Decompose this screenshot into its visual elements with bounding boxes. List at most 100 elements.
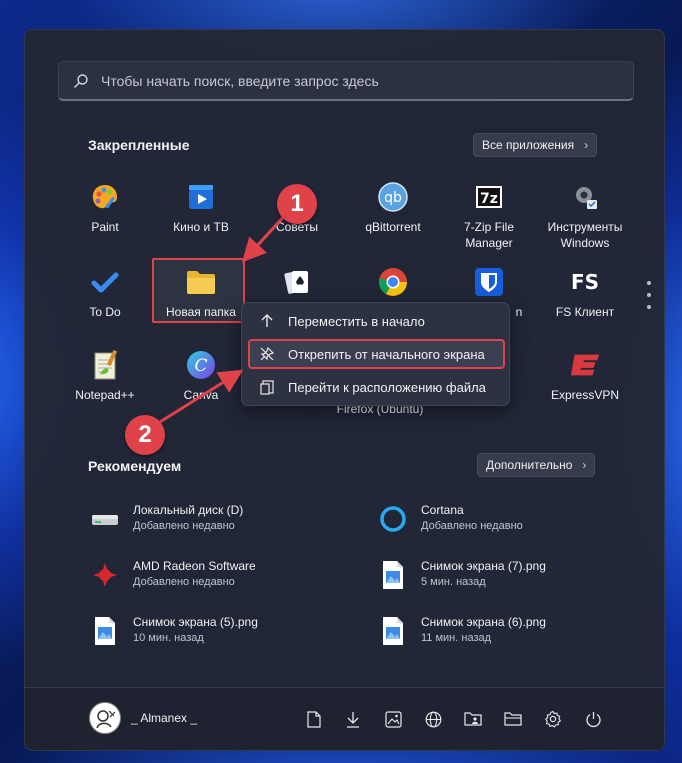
app-label: Инструменты Windows (547, 220, 623, 250)
recommended-item-screenshot-6[interactable]: Снимок экрана (6).png 11 мин. назад (377, 615, 546, 647)
pinned-app-solitaire[interactable] (249, 266, 345, 304)
app-label: Notepad++ (75, 388, 135, 402)
todo-icon (89, 266, 121, 298)
start-menu: Чтобы начать поиск, введите запрос здесь… (24, 29, 665, 751)
pinned-app-new-folder[interactable]: Новая папка (153, 266, 249, 320)
annotation-badge-1: 1 (277, 184, 317, 224)
menu-item-label: Открепить от начального экрана (288, 346, 485, 362)
annotation-badge-2: 2 (125, 415, 165, 455)
chevron-right-icon: › (584, 138, 589, 152)
all-apps-button[interactable]: Все приложения › (473, 133, 598, 157)
image-file-icon (377, 559, 409, 591)
recommended-item-cortana[interactable]: Cortana Добавлено недавно (377, 503, 523, 535)
pinned-app-qbittorrent[interactable]: qb qBittorrent (345, 181, 441, 235)
page-dot (647, 281, 651, 285)
page-dot (647, 305, 651, 309)
app-label: Кино и ТВ (173, 220, 229, 234)
app-label: FS Клиент (555, 305, 615, 319)
bitwarden-icon (473, 266, 505, 298)
recommended-title-text: Снимок экрана (7).png (421, 559, 546, 573)
start-footer: _ Almanex _ (25, 687, 664, 750)
open-file-location-icon (258, 378, 276, 396)
menu-item-open-file-location[interactable]: Перейти к расположению файла (248, 372, 505, 402)
recommended-subtitle: Добавлено недавно (421, 520, 523, 532)
image-file-icon (89, 615, 121, 647)
page-indicator[interactable] (647, 281, 651, 317)
app-label: To Do (89, 305, 121, 319)
notepadpp-icon (89, 349, 121, 381)
user-name: _ Almanex _ (131, 711, 198, 725)
recommended-item-local-disk[interactable]: Локальный диск (D) Добавлено недавно (89, 503, 243, 535)
windows-tools-icon (569, 181, 601, 213)
downloads-icon[interactable] (343, 709, 363, 729)
documents-icon[interactable] (304, 709, 324, 729)
folder-icon (185, 266, 217, 298)
app-label: 7-Zip File Manager (463, 220, 514, 250)
pinned-app-movies-tv[interactable]: Кино и ТВ (153, 181, 249, 235)
drive-icon (89, 503, 121, 535)
pictures-icon[interactable] (383, 709, 403, 729)
7zip-icon: 7z (473, 181, 505, 213)
pinned-app-windows-tools[interactable]: Инструменты Windows (537, 181, 633, 251)
pinned-app-paint[interactable]: Paint (57, 181, 153, 235)
user-account-button[interactable]: _ Almanex _ (89, 702, 197, 734)
arrow-up-icon (258, 312, 276, 330)
recommended-subtitle: Добавлено недавно (133, 576, 235, 588)
pinned-app-7zip[interactable]: 7z 7-Zip File Manager (441, 181, 537, 251)
recommended-item-amd[interactable]: AMD Radeon Software Добавлено недавно (89, 559, 256, 591)
power-icon[interactable] (583, 709, 603, 729)
pinned-app-todo[interactable]: To Do (57, 266, 153, 320)
avatar (89, 702, 121, 734)
recommended-title-text: AMD Radeon Software (133, 559, 256, 573)
page-dot (647, 293, 651, 297)
paint-icon (89, 181, 121, 213)
recommended-title-text: Снимок экрана (6).png (421, 615, 546, 629)
more-label: Дополнительно (486, 458, 573, 472)
app-label: Canva (183, 388, 219, 402)
recommended-title-text: Снимок экрана (5).png (133, 615, 258, 629)
svg-text:qb: qb (384, 190, 402, 206)
expressvpn-icon (569, 349, 601, 381)
unpin-icon (258, 345, 276, 363)
pinned-title: Закрепленные (88, 137, 190, 153)
menu-item-move-to-top[interactable]: Переместить в начало (248, 306, 505, 336)
app-label: Новая папка (166, 305, 236, 319)
recommended-subtitle: 5 мин. назад (421, 576, 486, 588)
user-folder-icon[interactable] (463, 709, 483, 729)
svg-text:7z: 7z (480, 191, 498, 207)
recommended-title-text: Cortana (421, 503, 464, 517)
pinned-app-chrome[interactable] (345, 266, 441, 304)
search-icon (74, 73, 88, 88)
menu-item-unpin[interactable]: Открепить от начального экрана (248, 339, 505, 369)
recommended-item-screenshot-5[interactable]: Снимок экрана (5).png 10 мин. назад (89, 615, 258, 647)
chevron-right-icon: › (582, 458, 587, 472)
image-file-icon (377, 615, 409, 647)
fs-client-icon: FS (570, 270, 600, 294)
cortana-icon (377, 503, 409, 535)
recommended-subtitle: 11 мин. назад (421, 632, 492, 644)
amd-icon (89, 559, 121, 591)
chrome-icon (377, 266, 409, 298)
canva-icon: C (185, 349, 217, 381)
context-menu: Переместить в начало Открепить от началь… (241, 302, 510, 406)
search-input[interactable]: Чтобы начать поиск, введите запрос здесь (58, 61, 634, 101)
qbittorrent-icon: qb (377, 181, 409, 213)
app-label: Paint (91, 220, 119, 234)
recommended-subtitle: 10 мин. назад (133, 632, 204, 644)
explorer-icon[interactable] (503, 709, 523, 729)
recommended-item-screenshot-7[interactable]: Снимок экрана (7).png 5 мин. назад (377, 559, 546, 591)
app-label: ExpressVPN (550, 388, 620, 402)
menu-item-label: Переместить в начало (288, 313, 425, 329)
menu-item-label: Перейти к расположению файла (288, 379, 486, 395)
pinned-app-expressvpn[interactable]: ExpressVPN (537, 349, 633, 403)
network-icon[interactable] (423, 709, 443, 729)
all-apps-label: Все приложения (482, 138, 575, 152)
recommended-title-text: Локальный диск (D) (133, 503, 244, 517)
pinned-app-fs-client[interactable]: FS FS Клиент (537, 266, 633, 320)
more-button[interactable]: Дополнительно › (477, 453, 596, 477)
recommended-subtitle: Добавлено недавно (133, 520, 235, 532)
settings-icon[interactable] (543, 709, 563, 729)
svg-text:C: C (194, 356, 207, 376)
pinned-app-canva[interactable]: C Canva (153, 349, 249, 403)
pinned-app-notepadpp[interactable]: Notepad++ (57, 349, 153, 403)
